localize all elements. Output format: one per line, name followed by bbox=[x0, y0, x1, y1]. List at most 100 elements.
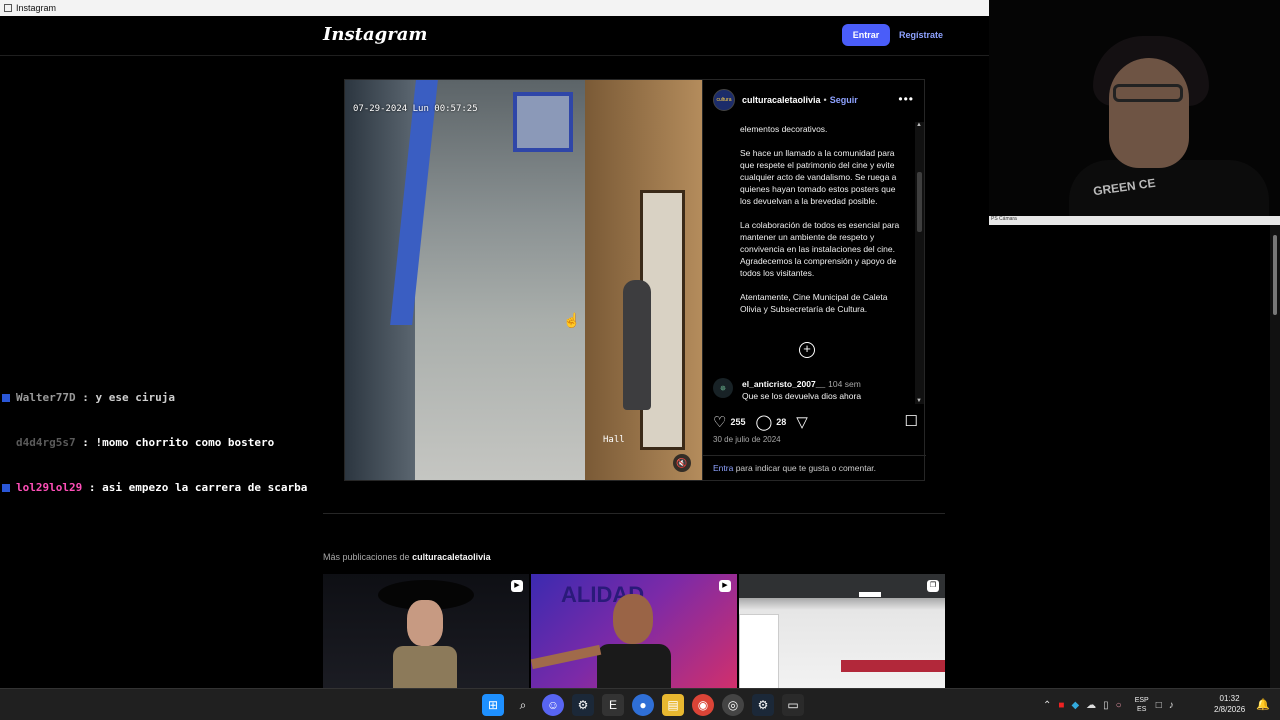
taskbar-clock[interactable]: 01:32 2/8/2026 bbox=[1214, 693, 1245, 715]
scroll-up-arrow-icon[interactable]: ▲ bbox=[916, 122, 922, 128]
more-posts-grid: ▶ ALIDAD ▶ ❐ bbox=[323, 574, 946, 688]
comment-bubble-icon[interactable]: ◯ bbox=[755, 413, 772, 431]
page-scrollbar-thumb[interactable] bbox=[1273, 235, 1277, 315]
chat-separator: : bbox=[75, 391, 96, 404]
comments-count: 28 bbox=[776, 417, 787, 427]
thumb-scene-scarf bbox=[393, 646, 457, 688]
bookmark-icon[interactable]: ☐ bbox=[905, 412, 918, 430]
more-post-thumbnail[interactable]: ❐ bbox=[739, 574, 945, 688]
post-actions: ♡ 255 ◯ 28 ▽ ☐ bbox=[713, 412, 918, 432]
instagram-logo[interactable]: Instagram bbox=[323, 24, 427, 45]
thumb-scene-light bbox=[859, 592, 881, 597]
more-post-thumbnail[interactable]: ALIDAD ▶ bbox=[531, 574, 737, 688]
login-prompt-text: para indicar que te gusta o comentar. bbox=[733, 463, 877, 473]
page-scrollbar[interactable] bbox=[1270, 225, 1280, 688]
window-title: Instagram bbox=[16, 3, 57, 13]
section-divider bbox=[323, 513, 945, 514]
thumb-scene-dress bbox=[597, 644, 671, 688]
login-prompt-link[interactable]: Entra bbox=[713, 463, 733, 473]
author-separator: • bbox=[823, 95, 827, 105]
thumb-scene-arm bbox=[531, 644, 602, 670]
author-username[interactable]: culturacaletaolivia bbox=[742, 95, 821, 105]
login-prompt: Entra para indicar que te gusta o coment… bbox=[703, 455, 926, 480]
comment-body: el_anticristo_2007__ 104 sem Que se los d… bbox=[742, 378, 861, 402]
post-sidebar: cultura culturacaletaolivia • Seguir •••… bbox=[702, 80, 926, 480]
caption-scrollbar-thumb[interactable] bbox=[917, 172, 922, 232]
network-icon[interactable]: □ bbox=[1156, 700, 1162, 711]
tray-app-icon[interactable]: ■ bbox=[1058, 700, 1064, 711]
login-button[interactable]: Entrar bbox=[842, 24, 890, 46]
steam-icon[interactable]: ⚙ bbox=[572, 694, 594, 716]
webcam-overlay: GREEN CE bbox=[989, 0, 1280, 225]
tray-overflow-chevron-icon[interactable]: ⌃ bbox=[1043, 700, 1051, 711]
webcam-face bbox=[1109, 58, 1189, 168]
mouse-cursor-icon: ☝ bbox=[563, 312, 581, 328]
post-caption: elementos decorativos. Se hace un llamad… bbox=[740, 123, 908, 399]
chat-badge-icon bbox=[2, 483, 10, 492]
post-video[interactable]: 07-29-2024 Lun 00:57:25 Hall 🔇 ☝ bbox=[345, 80, 702, 480]
terminal-icon[interactable]: ▭ bbox=[782, 694, 804, 716]
carousel-icon: ❐ bbox=[927, 580, 939, 592]
app-icon[interactable]: ● bbox=[632, 694, 654, 716]
author-avatar[interactable]: cultura bbox=[713, 89, 735, 111]
comment-time: 104 sem bbox=[828, 379, 861, 389]
taskbar-apps: ⊞ ⌕ ☺ ⚙ E ● ▤ ◉ ◎ ⚙ ▭ bbox=[482, 694, 804, 716]
thumb-scene-poster bbox=[739, 614, 779, 688]
chat-message: lol29lol29 : asi empezo la carrera de sc… bbox=[0, 480, 307, 495]
like-heart-icon[interactable]: ♡ bbox=[713, 413, 726, 431]
top-navbar: Instagram Entrar Regístrate bbox=[0, 16, 989, 56]
tray-cloud-icon[interactable]: ☁ bbox=[1086, 700, 1096, 711]
steam-icon-2[interactable]: ⚙ bbox=[752, 694, 774, 716]
file-explorer-icon[interactable]: ▤ bbox=[662, 694, 684, 716]
tray-microphone-icon[interactable]: ○ bbox=[1116, 700, 1122, 711]
more-options-icon[interactable]: ••• bbox=[898, 92, 914, 106]
thumb-scene-dancer bbox=[613, 594, 653, 644]
video-timestamp: 07-29-2024 Lun 00:57:25 bbox=[353, 104, 478, 114]
chat-username: Walter77D bbox=[16, 391, 76, 404]
caption-scrollbar[interactable]: ▲ ▼ bbox=[915, 122, 924, 404]
chrome-icon[interactable]: ◉ bbox=[692, 694, 714, 716]
volume-icon[interactable]: ♪ bbox=[1169, 700, 1174, 711]
chat-badge-icon bbox=[2, 393, 10, 402]
language-indicator[interactable]: ESP ES bbox=[1135, 696, 1149, 714]
discord-icon[interactable]: ☺ bbox=[542, 694, 564, 716]
load-more-comments-icon[interactable]: + bbox=[799, 342, 815, 358]
share-send-icon[interactable]: ▽ bbox=[796, 413, 808, 431]
thumb-scene-counter bbox=[841, 660, 945, 672]
notification-bell-icon[interactable]: 🔔 bbox=[1256, 698, 1270, 711]
language-code: ESP bbox=[1134, 697, 1149, 704]
search-icon[interactable]: ⌕ bbox=[512, 694, 534, 716]
chat-text: asi empezo la carrera de scarba bbox=[102, 481, 308, 494]
obs-icon[interactable]: ◎ bbox=[722, 694, 744, 716]
reel-icon: ▶ bbox=[719, 580, 731, 592]
more-post-thumbnail[interactable]: ▶ bbox=[323, 574, 529, 688]
mute-icon[interactable]: 🔇 bbox=[673, 454, 691, 472]
follow-button[interactable]: Seguir bbox=[830, 95, 858, 105]
windows-start-icon[interactable]: ⊞ bbox=[482, 694, 504, 716]
tray-usb-icon[interactable]: ▯ bbox=[1103, 700, 1109, 711]
caption-paragraph: Atentamente, Cine Municipal de Caleta Ol… bbox=[740, 292, 888, 314]
scroll-down-arrow-icon[interactable]: ▼ bbox=[916, 398, 922, 404]
video-camera-label: Hall bbox=[603, 435, 625, 445]
comment-text: Que se los devuelva dios ahora bbox=[742, 391, 862, 401]
keyboard-layout: ES bbox=[1137, 706, 1147, 713]
webcam-glasses bbox=[1113, 84, 1183, 102]
epic-games-icon[interactable]: E bbox=[602, 694, 624, 716]
instagram-page: Instagram Entrar Regístrate 07-29-2024 L… bbox=[0, 16, 989, 688]
more-posts-prefix: Más publicaciones de bbox=[323, 552, 413, 562]
more-posts-heading: Más publicaciones de culturacaletaolivia bbox=[323, 552, 491, 562]
more-posts-username[interactable]: culturacaletaolivia bbox=[412, 552, 491, 562]
chat-username: lol29lol29 bbox=[16, 481, 83, 494]
clock-time: 01:32 bbox=[1219, 694, 1240, 703]
chat-separator: : bbox=[82, 481, 103, 494]
thumb-scene-face bbox=[407, 600, 443, 646]
windows-taskbar: ⊞ ⌕ ☺ ⚙ E ● ▤ ◉ ◎ ⚙ ▭ ⌃ ■ ◆ ☁ ▯ ○ ESP ES… bbox=[0, 688, 1280, 720]
signup-link[interactable]: Regístrate bbox=[899, 30, 943, 40]
comment-avatar[interactable]: ✵ bbox=[713, 378, 733, 398]
likes-count: 255 bbox=[730, 417, 746, 427]
comment-username[interactable]: el_anticristo_2007__ bbox=[742, 379, 825, 389]
caption-paragraph: La colaboración de todos es esencial par… bbox=[740, 220, 900, 278]
webcam-caption: PS Cámara bbox=[989, 216, 1280, 225]
tray-shield-icon[interactable]: ◆ bbox=[1071, 700, 1079, 711]
chat-badge-icon bbox=[2, 439, 10, 447]
